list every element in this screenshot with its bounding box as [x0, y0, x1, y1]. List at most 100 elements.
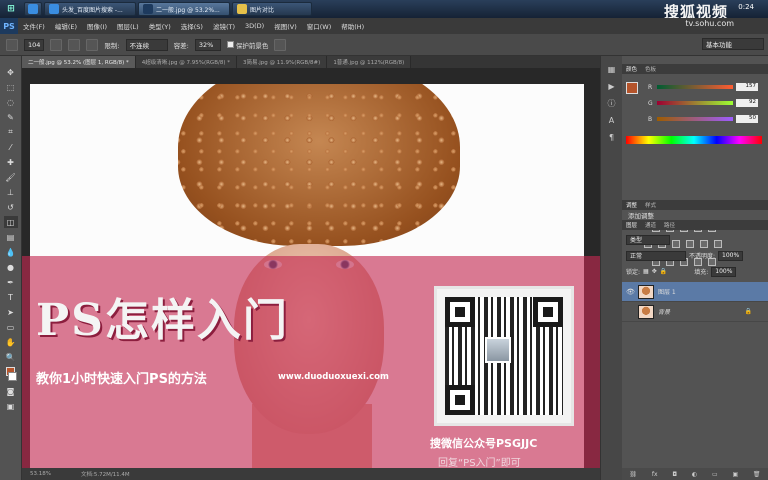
dodge-tool-icon[interactable]: ●: [4, 261, 18, 273]
move-tool-icon[interactable]: ✥: [4, 66, 18, 78]
lock-pixels-icon[interactable]: ▦: [643, 268, 649, 275]
zoom-level[interactable]: 53.18%: [30, 471, 51, 477]
blue-slider[interactable]: [657, 117, 733, 121]
menu-select[interactable]: 选择(S): [176, 21, 208, 31]
layer-thumbnail: [638, 304, 654, 319]
lock-icon: 🔒: [744, 308, 752, 315]
history-panel-icon[interactable]: ▦: [606, 64, 618, 75]
protect-foreground-checkbox[interactable]: 保护前景色: [226, 40, 268, 50]
taskbar-browser-button[interactable]: 头发_百度图片搜索 -...: [44, 2, 136, 16]
panel-foreground-swatch[interactable]: [626, 82, 638, 94]
tab-channels[interactable]: 通道: [645, 221, 656, 229]
pressure-icon[interactable]: [274, 38, 287, 51]
menu-view[interactable]: 视图(V): [269, 21, 302, 31]
hand-tool-icon[interactable]: ✋: [4, 336, 18, 348]
screen-mode-icon[interactable]: ▣: [4, 400, 18, 412]
eraser-tool-icon[interactable]: ◫: [3, 216, 18, 228]
taskbar-folder-button[interactable]: 图片对比: [232, 2, 312, 16]
new-layer-icon[interactable]: ▣: [732, 471, 738, 478]
menu-edit[interactable]: 编辑(E): [50, 21, 82, 31]
windows-orb-icon[interactable]: ⊞: [0, 0, 22, 18]
clone-stamp-tool-icon[interactable]: ⊥: [4, 186, 18, 198]
eyedropper-tool-icon[interactable]: ⁄: [4, 141, 18, 153]
menu-layer[interactable]: 图层(L): [112, 21, 144, 31]
tools-panel: ✥ ⬚ ◌ ✎ ⌗ ⁄ ✚ 🖌 ⊥ ↺ ◫ ▤ 💧 ● ✒ T ➤ ▭ ✋ 🔍 …: [0, 56, 22, 480]
canvas-area[interactable]: PS怎样入门 教你1小时快速入门PS的方法 www.duoduoxuexi.co…: [22, 68, 600, 468]
new-group-icon[interactable]: ▭: [712, 471, 718, 478]
menu-help[interactable]: 帮助(H): [336, 21, 369, 31]
color-swatches[interactable]: [4, 366, 18, 382]
background-color-swatch[interactable]: [8, 372, 17, 381]
blur-tool-icon[interactable]: 💧: [4, 246, 18, 258]
tab-adjustments[interactable]: 调整: [626, 201, 637, 209]
quick-mask-icon[interactable]: ◙: [4, 385, 18, 397]
layer-name[interactable]: 图层 1: [658, 287, 676, 296]
doc-tab-4[interactable]: 1普通.jpg @ 112%(RGB/8): [327, 56, 412, 68]
layer-name[interactable]: 背景: [658, 307, 670, 316]
workspace-select[interactable]: 基本功能: [702, 38, 764, 50]
brush-tool-icon[interactable]: 🖌: [4, 171, 18, 183]
history-brush-tool-icon[interactable]: ↺: [4, 201, 18, 213]
layer-row-layer1[interactable]: 👁 图层 1: [622, 282, 768, 302]
red-value-input[interactable]: 157: [736, 83, 758, 91]
promo-subtitle: 教你1小时快速入门PS的方法: [36, 372, 207, 387]
sampling-swatch-icon[interactable]: [86, 38, 99, 51]
red-slider-row: R 157: [648, 82, 764, 92]
lock-position-icon[interactable]: ✥: [652, 268, 657, 275]
layer-kind-filter[interactable]: 类型: [626, 234, 670, 245]
green-value-input[interactable]: 92: [736, 99, 758, 107]
doc-tab-1[interactable]: 二一般.jpg @ 53.2% (图层 1, RGB/8) *: [22, 56, 136, 68]
qr-finder-top-left: [445, 297, 475, 327]
background-eraser-tool-icon[interactable]: [6, 38, 18, 51]
zoom-tool-icon[interactable]: 🔍: [4, 351, 18, 363]
sampling-once-icon[interactable]: [68, 38, 81, 51]
tab-styles[interactable]: 样式: [645, 201, 656, 209]
brush-size-picker[interactable]: 104: [24, 38, 45, 51]
taskbar-photoshop-button[interactable]: 二一般.jpg @ 53.2%...: [138, 2, 230, 16]
green-slider[interactable]: [657, 101, 733, 105]
link-layers-icon[interactable]: ⛓: [629, 471, 637, 478]
fill-input[interactable]: 100%: [711, 266, 737, 277]
tab-layers[interactable]: 图层: [626, 221, 637, 229]
layer-style-icon[interactable]: fx: [652, 471, 658, 478]
menu-type[interactable]: 类型(Y): [144, 21, 176, 31]
lock-all-icon[interactable]: 🔒: [660, 268, 667, 275]
shape-tool-icon[interactable]: ▭: [4, 321, 18, 333]
marquee-tool-icon[interactable]: ⬚: [4, 81, 18, 93]
type-tool-icon[interactable]: T: [4, 291, 18, 303]
character-panel-icon[interactable]: A: [606, 115, 618, 126]
menu-image[interactable]: 图像(I): [82, 21, 112, 31]
new-adjustment-icon[interactable]: ◐: [692, 471, 697, 478]
red-slider[interactable]: [657, 85, 733, 89]
tab-swatches[interactable]: 色板: [645, 65, 656, 73]
blend-mode-select[interactable]: 正常: [626, 250, 686, 261]
paragraph-panel-icon[interactable]: ¶: [606, 132, 618, 143]
menu-3d[interactable]: 3D(D): [240, 22, 269, 30]
gradient-tool-icon[interactable]: ▤: [4, 231, 18, 243]
pen-tool-icon[interactable]: ✒: [4, 276, 18, 288]
layer-row-background[interactable]: 背景 🔒: [622, 302, 768, 322]
limit-select[interactable]: 不连续: [125, 38, 168, 51]
menu-file[interactable]: 文件(F): [18, 21, 50, 31]
doc-tab-2[interactable]: 4超级清晰.jpg @ 7.95%(RGB/8) *: [135, 56, 237, 68]
tolerance-input[interactable]: 32%: [194, 38, 221, 51]
menu-window[interactable]: 窗口(W): [302, 21, 337, 31]
blue-value-input[interactable]: 50: [736, 115, 758, 123]
opacity-input[interactable]: 100%: [718, 250, 744, 261]
path-select-tool-icon[interactable]: ➤: [4, 306, 18, 318]
sampling-continuous-icon[interactable]: [50, 38, 63, 51]
delete-layer-icon[interactable]: 🗑: [753, 471, 761, 478]
add-mask-icon[interactable]: ◘: [672, 471, 677, 478]
crop-tool-icon[interactable]: ⌗: [4, 126, 18, 138]
taskbar-ie-button[interactable]: [24, 2, 42, 16]
visibility-eye-icon[interactable]: 👁: [626, 288, 635, 296]
doc-tab-3[interactable]: 3简易.jpg @ 11.9%(RGB/8#): [236, 56, 328, 68]
tab-color[interactable]: 颜色: [626, 65, 637, 73]
actions-panel-icon[interactable]: ▶: [606, 81, 618, 92]
info-panel-icon[interactable]: ⓘ: [606, 98, 618, 109]
quick-select-tool-icon[interactable]: ✎: [4, 111, 18, 123]
menu-filter[interactable]: 滤镜(T): [208, 21, 240, 31]
healing-brush-tool-icon[interactable]: ✚: [4, 156, 18, 168]
tab-paths[interactable]: 路径: [664, 221, 675, 229]
lasso-tool-icon[interactable]: ◌: [4, 96, 18, 108]
